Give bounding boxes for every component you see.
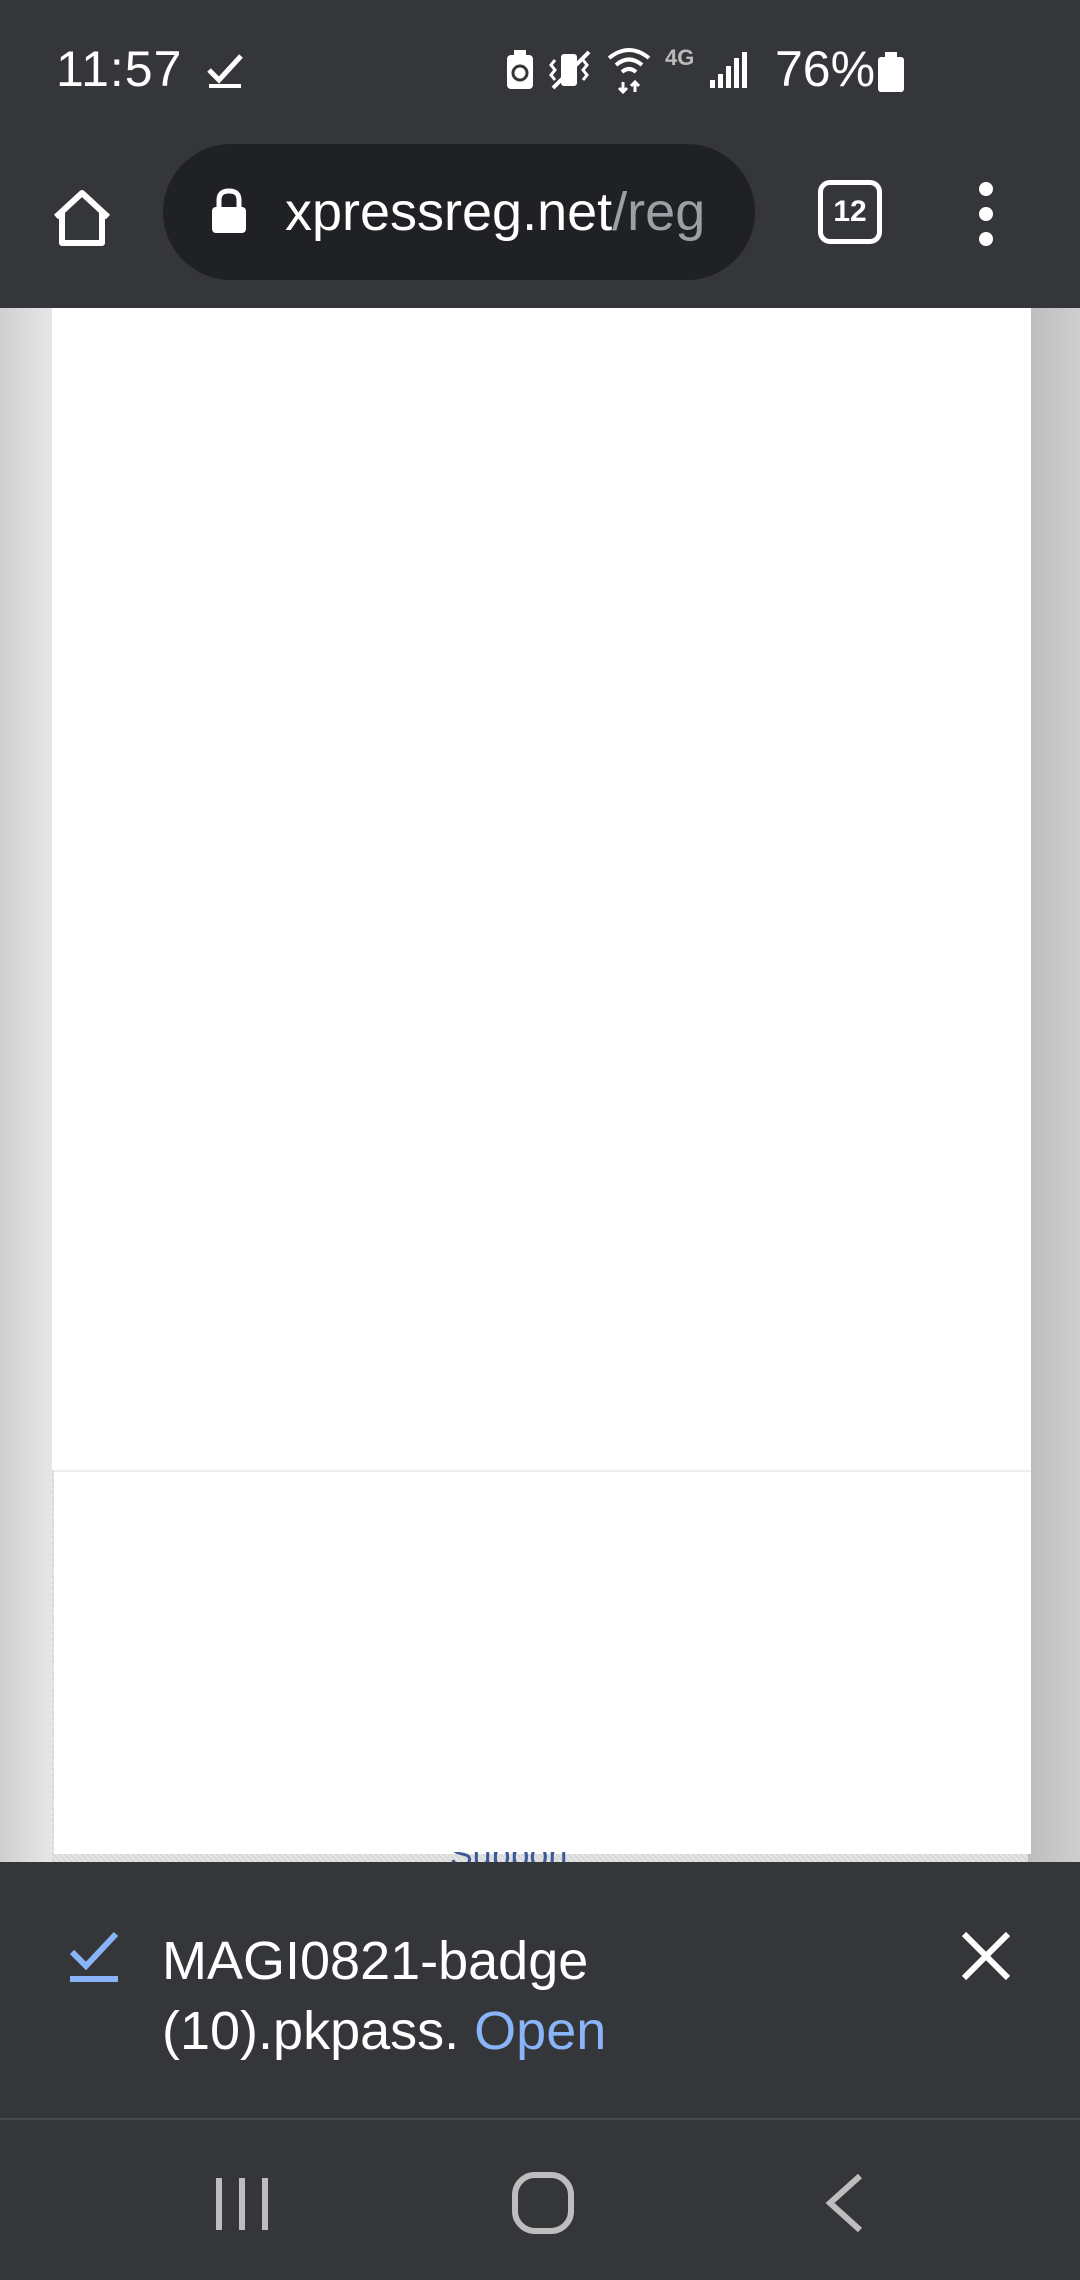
open-download-link[interactable]: Open	[474, 2001, 606, 2061]
status-time: 11:57	[56, 41, 183, 97]
lock-icon	[212, 188, 246, 233]
download-filename-line2: (10).pkpass.	[162, 2001, 460, 2061]
recents-icon[interactable]	[212, 2174, 272, 2234]
close-icon[interactable]	[958, 1928, 1014, 1984]
page-right-margin	[1028, 308, 1080, 1862]
download-message: MAGI0821-badge (10).pkpass. Open	[162, 1926, 922, 2066]
browser-toolbar: xpressreg.net/reg 12	[0, 140, 1080, 308]
signal-icon	[710, 52, 748, 88]
web-content[interactable]: Support	[0, 308, 1080, 1862]
home-circle-icon[interactable]	[510, 2170, 576, 2236]
download-infobar: MAGI0821-badge (10).pkpass. Open	[0, 1862, 1080, 2118]
page-left-margin	[0, 308, 52, 1862]
menu-button[interactable]	[966, 178, 1006, 250]
vibrate-icon	[549, 50, 591, 90]
page-lower-section	[54, 1470, 1031, 1854]
download-done-icon	[207, 54, 243, 88]
address-bar[interactable]: xpressreg.net/reg	[163, 144, 755, 280]
status-bar: 11:57 4G 76%	[0, 0, 1080, 140]
wifi-icon	[607, 48, 651, 94]
system-nav-bar	[0, 2118, 1080, 2280]
url-text[interactable]: xpressreg.net/reg	[285, 182, 735, 242]
url-path: /reg	[612, 182, 706, 242]
status-icons: 4G	[505, 44, 748, 96]
url-host: xpressreg.net	[285, 182, 613, 242]
tab-switcher-button[interactable]: 12	[818, 180, 882, 244]
home-button[interactable]	[44, 180, 120, 256]
download-complete-icon	[69, 1931, 119, 1982]
support-link[interactable]: Support	[450, 1852, 610, 1862]
battery-saver-icon	[507, 50, 533, 89]
download-filename-line1: MAGI0821-badge	[162, 1931, 589, 1991]
page-content-card	[52, 308, 1031, 1470]
battery-percent: 76%	[775, 41, 876, 97]
network-label: 4G	[665, 45, 695, 70]
battery-icon	[878, 52, 904, 92]
back-icon[interactable]	[820, 2172, 870, 2234]
home-icon	[53, 190, 111, 246]
menu-icon	[979, 182, 993, 196]
